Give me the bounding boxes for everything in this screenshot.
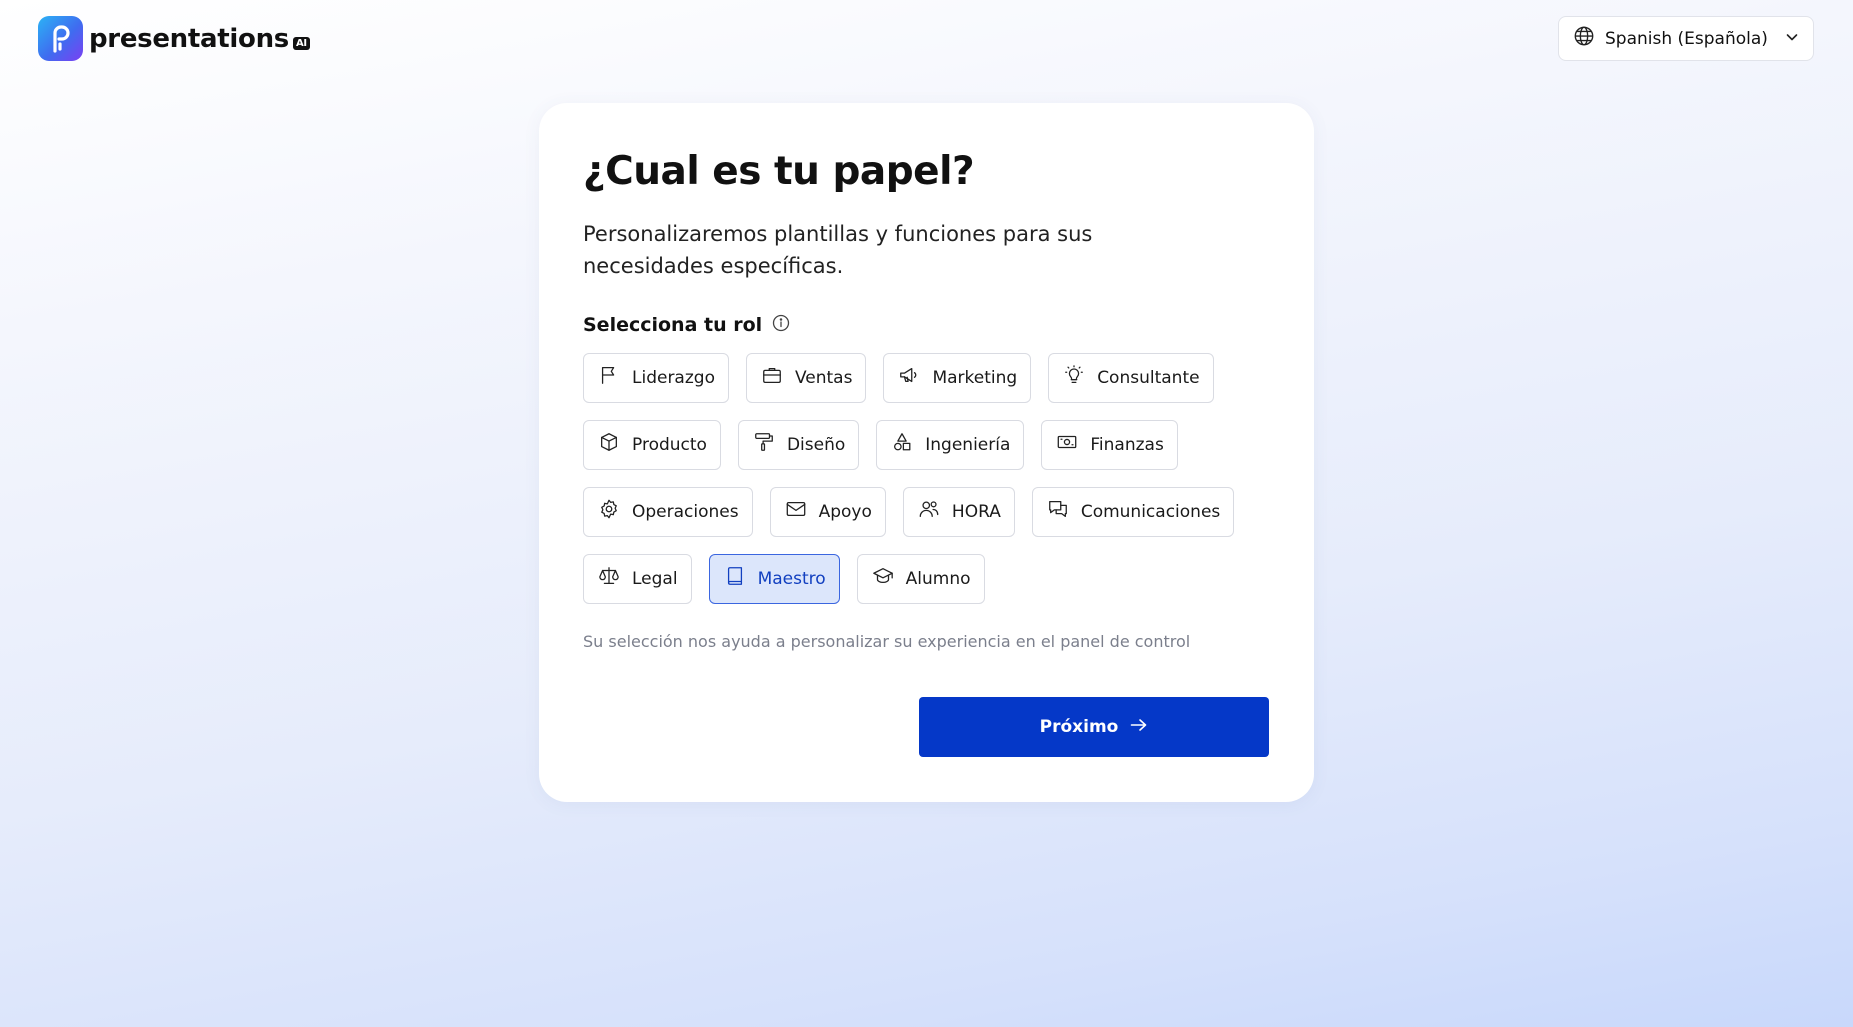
next-button-label: Próximo xyxy=(1039,717,1119,737)
briefcase-icon xyxy=(761,364,783,391)
role-option-label: HORA xyxy=(951,501,1001,522)
paint-roller-icon xyxy=(753,431,775,458)
role-option-label: Comunicaciones xyxy=(1080,501,1221,522)
next-button[interactable]: Próximo xyxy=(919,697,1269,757)
book-icon xyxy=(724,565,746,592)
role-option-ingenieria[interactable]: Ingeniería xyxy=(876,419,1025,470)
role-option-marketing[interactable]: Marketing xyxy=(883,352,1032,403)
role-option-label: Ingeniería xyxy=(925,434,1011,455)
role-option-diseno[interactable]: Diseño xyxy=(737,419,860,470)
megaphone-icon xyxy=(898,364,920,391)
role-option-apoyo[interactable]: Apoyo xyxy=(769,486,886,537)
role-option-consultante[interactable]: Consultante xyxy=(1048,352,1214,403)
users-icon xyxy=(918,498,940,525)
role-option-finanzas[interactable]: Finanzas xyxy=(1041,419,1178,470)
brand-name: presentations AI xyxy=(89,24,310,54)
role-option-liderazgo[interactable]: Liderazgo xyxy=(583,352,729,403)
role-option-hora[interactable]: HORA xyxy=(902,486,1015,537)
role-option-alumno[interactable]: Alumno xyxy=(856,553,985,604)
role-option-label: Diseño xyxy=(786,434,846,455)
role-option-label: Ventas xyxy=(794,367,853,388)
gear-icon xyxy=(598,498,620,525)
role-option-maestro[interactable]: Maestro xyxy=(708,553,840,604)
banknote-icon xyxy=(1056,431,1078,458)
role-option-label: Legal xyxy=(632,568,678,589)
role-option-label: Liderazgo xyxy=(632,367,715,388)
arrow-right-icon xyxy=(1130,717,1148,737)
scale-icon xyxy=(598,565,620,592)
graduation-cap-icon xyxy=(872,565,894,592)
role-row: Liderazgo Ventas Marketing Consultante xyxy=(583,352,1270,403)
page-title: ¿Cual es tu papel? xyxy=(583,149,975,194)
logo-mark-icon xyxy=(38,16,83,61)
role-option-label: Marketing xyxy=(932,367,1018,388)
shapes-icon xyxy=(891,431,913,458)
brand-suffix: AI xyxy=(292,36,310,50)
mail-icon xyxy=(785,498,807,525)
flag-icon xyxy=(598,364,620,391)
role-option-label: Apoyo xyxy=(818,501,872,522)
info-icon[interactable] xyxy=(772,314,790,337)
section-label-text: Selecciona tu rol xyxy=(583,314,763,337)
chat-icon xyxy=(1047,498,1069,525)
helper-text: Su selección nos ayuda a personalizar su… xyxy=(583,631,1191,651)
language-label: Spanish (Española) xyxy=(1605,28,1768,49)
chevron-down-icon xyxy=(1785,29,1799,49)
role-option-legal[interactable]: Legal xyxy=(583,553,692,604)
role-selection-card: ¿Cual es tu papel? Personalizaremos plan… xyxy=(539,103,1314,802)
role-option-comunicaciones[interactable]: Comunicaciones xyxy=(1031,486,1235,537)
role-option-label: Producto xyxy=(632,434,707,455)
page-subtitle: Personalizaremos plantillas y funciones … xyxy=(583,221,1093,278)
role-option-label: Alumno xyxy=(905,568,971,589)
role-row: Legal Maestro Alumno xyxy=(583,553,1270,604)
globe-icon xyxy=(1573,25,1595,52)
role-option-label: Consultante xyxy=(1097,367,1200,388)
role-row: Producto Diseño Ingeniería Finanzas xyxy=(583,419,1270,470)
role-option-label: Operaciones xyxy=(632,501,739,522)
role-option-ventas[interactable]: Ventas xyxy=(745,352,867,403)
role-row: Operaciones Apoyo HORA Comunicaciones xyxy=(583,486,1270,537)
role-option-label: Finanzas xyxy=(1090,434,1164,455)
language-selector[interactable]: Spanish (Española) xyxy=(1558,16,1814,61)
role-option-label: Maestro xyxy=(757,568,826,589)
role-option-producto[interactable]: Producto xyxy=(583,419,721,470)
role-option-operaciones[interactable]: Operaciones xyxy=(583,486,753,537)
box-icon xyxy=(598,431,620,458)
role-options: Liderazgo Ventas Marketing Consultante Produ… xyxy=(583,352,1270,604)
brand-logo[interactable]: presentations AI xyxy=(38,16,310,61)
section-label: Selecciona tu rol xyxy=(583,314,1270,337)
lightbulb-icon xyxy=(1063,364,1085,391)
